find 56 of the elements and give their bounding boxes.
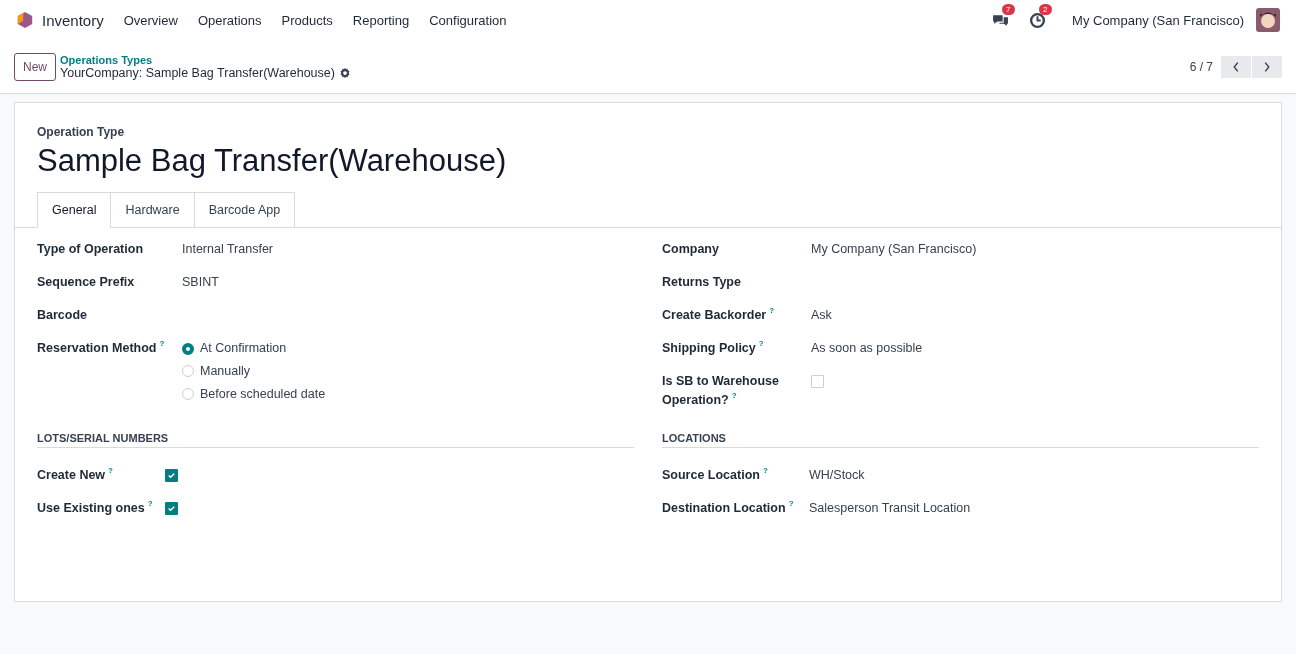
tab[interactable]: Hardware: [110, 192, 195, 228]
gear-icon[interactable]: [338, 66, 351, 79]
field-value[interactable]: Internal Transfer: [182, 240, 273, 259]
chevron-right-icon: [1262, 59, 1272, 74]
next-button[interactable]: [1252, 55, 1282, 78]
field-label: Type of Operation: [37, 241, 144, 258]
section-heading: LOTS/SERIAL NUMBERS: [37, 432, 634, 448]
field-value[interactable]: SBINT: [182, 273, 219, 292]
menu-item[interactable]: Products: [281, 12, 333, 28]
menu-item[interactable]: Reporting: [352, 12, 410, 28]
previous-button[interactable]: [1221, 55, 1251, 78]
field-value[interactable]: WH/Stock: [809, 466, 865, 485]
avatar-icon[interactable]: [1256, 8, 1280, 32]
radio-button[interactable]: [182, 342, 194, 355]
checkmark-icon: [166, 503, 177, 514]
app-logo-icon[interactable]: [16, 11, 34, 29]
field-label: Source Location $^{?}$: [662, 466, 768, 484]
radio-label[interactable]: Before scheduled date: [200, 384, 326, 404]
checkmark-icon: [166, 470, 177, 481]
field-label: Company: [662, 241, 719, 258]
clock-icon[interactable]: [1029, 11, 1047, 29]
pager-counter: 6 / 7: [1189, 59, 1213, 74]
new-button[interactable]: New: [14, 52, 56, 81]
menu-item[interactable]: Operations: [197, 12, 262, 28]
chevron-left-icon: [1231, 59, 1241, 74]
field-label: Barcode: [37, 307, 88, 324]
radio-label[interactable]: Manually: [200, 361, 251, 381]
field-value[interactable]: Salesperson Transit Location: [809, 499, 971, 518]
field-label: Use Existing ones $^{?}$: [37, 499, 153, 517]
field-label: Sequence Prefix: [37, 274, 135, 291]
record-title: Sample Bag Transfer(Warehouse): [37, 143, 508, 179]
notification-badge: 7: [1002, 3, 1015, 15]
breadcrumb-link[interactable]: Operations Types: [60, 53, 351, 66]
field-label: Destination Location $^{?}$: [662, 499, 794, 517]
breadcrumb-current: YourCompany: Sample Bag Transfer(Warehouse): [60, 65, 335, 80]
company-switcher[interactable]: My Company (San Francisco): [1072, 12, 1244, 28]
field-label: Create Backorder $^{?}$: [662, 306, 775, 324]
radio-label[interactable]: At Confirmation: [200, 339, 287, 358]
field-value[interactable]: Ask: [811, 306, 832, 325]
section-heading: LOCATIONS: [662, 432, 1259, 448]
field-label: Shipping Policy $^{?}$: [662, 339, 764, 357]
tab[interactable]: General: [37, 192, 112, 228]
menu-item[interactable]: Overview: [123, 12, 178, 28]
checkbox[interactable]: [165, 469, 178, 482]
app-name[interactable]: Inventory: [42, 11, 104, 29]
field-value[interactable]: As soon as possible: [811, 339, 923, 358]
field-label: Create New $^{?}$: [37, 466, 113, 484]
checkbox[interactable]: [165, 502, 178, 515]
field-label: Is SB to Warehouse Operation? $^{?}$: [662, 373, 780, 409]
field-value[interactable]: My Company (San Francisco): [811, 240, 977, 259]
notification-badge: 2: [1039, 3, 1052, 15]
field-label: Returns Type: [662, 274, 741, 291]
tab[interactable]: Barcode App: [193, 192, 296, 228]
field-label: Operation Type: [37, 125, 126, 139]
menu-item[interactable]: Configuration: [429, 12, 507, 28]
field-label: Reservation Method $^{?}$: [37, 339, 165, 357]
